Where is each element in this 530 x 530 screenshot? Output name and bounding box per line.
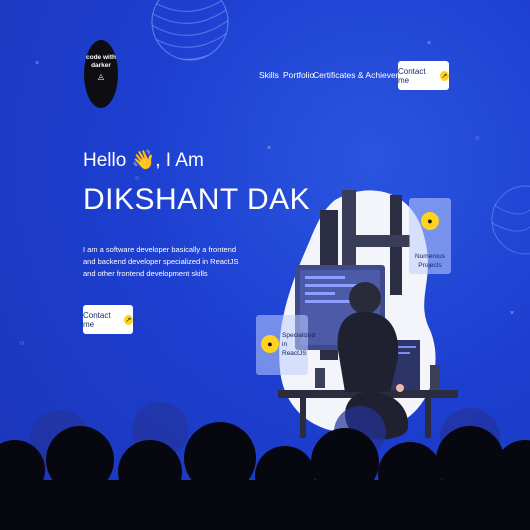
user-icon: ●: [421, 212, 439, 230]
specialized-reactjs-card: ● Specialized in ReactJS: [256, 315, 316, 375]
numerous-projects-label: Numerous Projects: [415, 253, 445, 269]
sparkle-icon: ○: [135, 175, 140, 182]
planet-decoration: [151, 0, 229, 61]
hero-contact-button[interactable]: Contact me ↗: [83, 305, 133, 334]
logo-text-line1: code with: [86, 54, 116, 61]
hero-description: I am a software developer basically a fr…: [83, 245, 239, 278]
arrow-icon: ↗: [123, 314, 133, 325]
crowd-silhouette: [0, 402, 530, 530]
nav-link-portfolio[interactable]: Portfolio: [283, 70, 314, 80]
logo-text-line2: darker: [91, 62, 111, 69]
nav-contact-label: Contact me: [398, 66, 426, 85]
hero-contact-label: Contact me: [83, 310, 111, 329]
sparkle-icon: ×: [35, 60, 40, 67]
sparkle-icon: ○: [475, 135, 480, 142]
sparkle-icon: ×: [267, 145, 272, 152]
arrow-icon: ↗: [439, 70, 449, 81]
numerous-projects-card: ● Numerous Projects: [409, 198, 451, 274]
logo[interactable]: code with darker ◬: [84, 40, 118, 108]
sparkle-icon: ○: [20, 340, 25, 347]
specialized-reactjs-label: Specialized in ReactJS: [282, 332, 316, 357]
nav-link-skills[interactable]: Skills: [259, 70, 279, 80]
user-icon: ●: [261, 335, 279, 353]
portfolio-page: × × × ○ ○ ○ × code with darker ◬ Skills …: [0, 0, 530, 530]
sparkle-icon: ×: [427, 40, 432, 47]
logo-emblem-icon: ◬: [97, 72, 105, 81]
hero-greeting: Hello 👋, I Am: [83, 150, 204, 171]
nav-contact-button[interactable]: Contact me ↗: [398, 61, 449, 90]
